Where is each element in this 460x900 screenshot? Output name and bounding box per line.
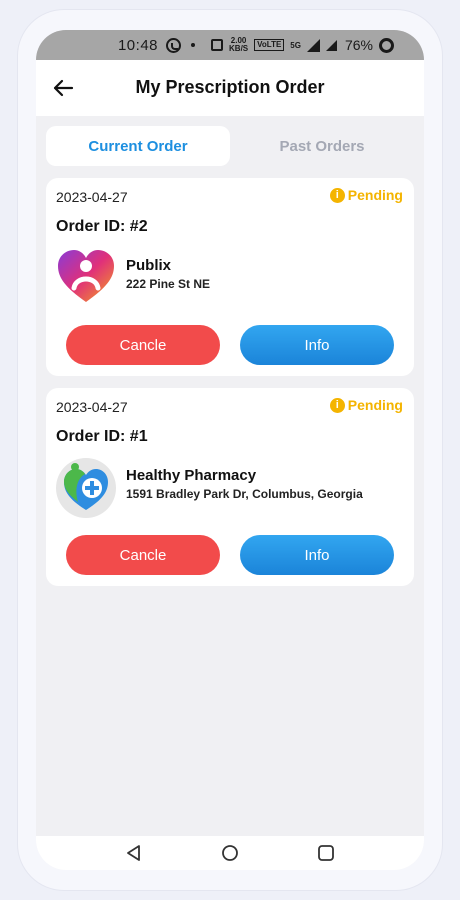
vibrate-icon: [211, 39, 224, 51]
status-time: 10:48: [117, 36, 159, 54]
signal-2-icon: [325, 39, 337, 51]
system-nav-bar: [36, 836, 424, 870]
network-type: 5G: [290, 40, 301, 50]
order-card: 2023-04-27 i Pending Order ID: #2 Publix…: [46, 178, 414, 376]
signal-icon: [306, 38, 320, 52]
info-circle-icon: i: [329, 187, 345, 203]
info-button[interactable]: Info: [240, 535, 394, 575]
pharmacy-name: Publix: [126, 257, 172, 274]
tab-current-order[interactable]: Current Order: [46, 126, 230, 166]
home-circle-icon[interactable]: [218, 841, 242, 865]
volte-badge: VoLTE: [254, 39, 285, 51]
tab-past-orders[interactable]: Past Orders: [230, 126, 414, 166]
cancel-button[interactable]: Cancle: [66, 325, 220, 365]
battery-percent: 76%: [344, 37, 373, 53]
back-triangle-icon[interactable]: [122, 841, 146, 865]
info-button[interactable]: Info: [240, 325, 394, 365]
heart-cross-logo: [56, 458, 116, 518]
whatsapp-icon: [166, 37, 182, 53]
order-id: Order ID: #1: [56, 428, 148, 445]
status-badge: i Pending: [329, 397, 403, 413]
order-date: 2023-04-27: [56, 399, 128, 415]
order-tabs: Current Order Past Orders: [46, 126, 414, 166]
info-circle-icon: i: [329, 397, 345, 413]
status-label: Pending: [347, 187, 403, 203]
order-id: Order ID: #2: [56, 218, 148, 235]
recents-square-icon[interactable]: [314, 841, 338, 865]
pharmacy-name: Healthy Pharmacy: [126, 467, 257, 484]
pharmacy-address: 222 Pine St NE: [126, 277, 211, 291]
cancel-button[interactable]: Cancle: [66, 535, 220, 575]
pharmacy-address: 1591 Bradley Park Dr, Columbus, Georgia: [126, 487, 363, 501]
notification-dot-icon: [191, 43, 196, 47]
heart-person-logo: [58, 250, 114, 302]
status-badge: i Pending: [329, 187, 403, 203]
network-speed-unit: KB/S: [229, 44, 249, 53]
order-date: 2023-04-27: [56, 189, 128, 205]
page-title: My Prescription Order: [135, 77, 325, 97]
app-header: My Prescription Order: [36, 60, 424, 116]
status-bar: 10:48 2.00 KB/S VoLTE 5G 76%: [36, 30, 424, 60]
network-speed: 2.00 KB/S: [229, 37, 248, 53]
order-card: 2023-04-27 i Pending Order ID: #1 Health…: [46, 388, 414, 586]
phone-screen: 10:48 2.00 KB/S VoLTE 5G 76% My Prescrip…: [36, 30, 424, 870]
status-label: Pending: [347, 397, 403, 413]
battery-icon: [379, 37, 394, 53]
